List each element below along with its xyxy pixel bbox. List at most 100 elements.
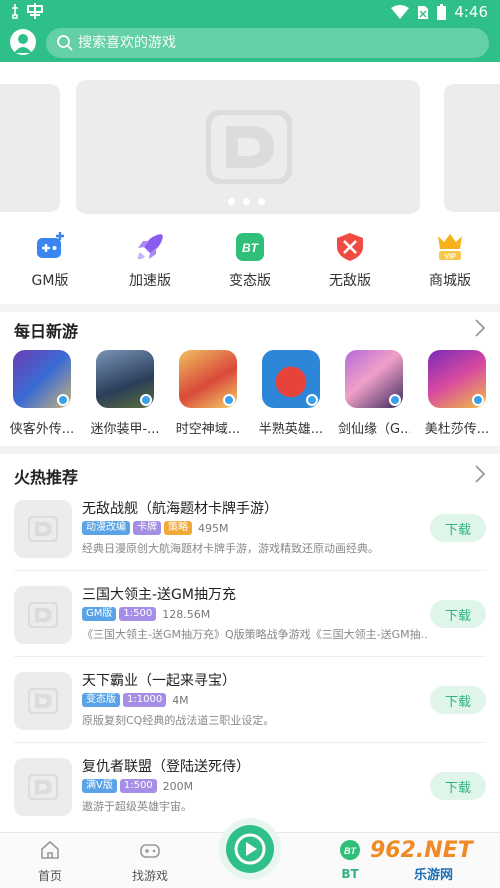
carousel-dot[interactable] — [228, 198, 235, 205]
tag: GM版 — [82, 607, 117, 621]
status-time: 4:46 — [454, 3, 488, 21]
category-gm[interactable]: GM版 — [0, 232, 100, 296]
download-button[interactable]: 下载 — [430, 600, 486, 628]
search-row — [0, 28, 500, 58]
chevron-right-icon[interactable] — [474, 318, 486, 338]
svg-text:BT: BT — [344, 846, 357, 856]
download-button[interactable]: 下载 — [430, 772, 486, 800]
game-badge — [472, 394, 484, 406]
section-divider — [0, 446, 500, 454]
game-thumbnail — [14, 500, 72, 558]
no-sim-icon — [418, 5, 429, 19]
nav-label: 首页 — [37, 869, 62, 883]
row-divider — [14, 742, 486, 743]
daily-game-item[interactable]: 剑仙缘（G... — [338, 350, 410, 437]
center-play-button[interactable] — [219, 818, 281, 880]
row-divider — [14, 656, 486, 657]
daily-game-item[interactable]: 迷你装甲-... — [89, 350, 161, 437]
search-bar[interactable] — [46, 28, 489, 58]
wifi-icon — [391, 5, 410, 19]
battery-icon — [437, 4, 447, 20]
category-row: GM版 加速版 BT 变态版 无敌版 VIP 商城版 — [0, 232, 500, 296]
usb-debug-icon — [12, 4, 18, 19]
category-bt[interactable]: BT 变态版 — [200, 232, 300, 296]
game-badge — [389, 394, 401, 406]
game-badge — [57, 394, 69, 406]
tag-row: 变态版 1:1000 4M — [82, 693, 189, 707]
game-icon — [428, 350, 486, 408]
tag: 变态版 — [82, 693, 120, 707]
carousel-dot[interactable] — [258, 198, 265, 205]
chevron-right-icon[interactable] — [474, 464, 486, 484]
game-icon — [262, 350, 320, 408]
category-label: GM版 — [31, 273, 69, 289]
download-button[interactable]: 下载 — [430, 686, 486, 714]
placeholder-logo-icon — [28, 688, 58, 714]
row-divider — [14, 570, 486, 571]
banner-card-current[interactable] — [76, 80, 420, 214]
game-icon — [179, 350, 237, 408]
bt-icon: BT — [340, 840, 360, 860]
file-size: 200M — [162, 779, 194, 793]
game-icon — [345, 350, 403, 408]
file-size: 495M — [198, 521, 229, 535]
game-description: 经典日漫原创大航海题材卡牌手游，游戏精致还原动画经典。 — [82, 542, 379, 555]
category-label: 变态版 — [229, 273, 271, 289]
banner-carousel[interactable] — [0, 80, 500, 216]
nav-home[interactable]: 首页 — [10, 839, 90, 884]
placeholder-logo-icon — [28, 774, 58, 800]
play-icon — [234, 833, 266, 865]
category-label: 无敌版 — [329, 273, 371, 289]
play-ring — [226, 825, 274, 873]
header: 4:46 — [0, 0, 500, 62]
daily-game-item[interactable]: 侠客外传... — [6, 350, 78, 437]
watermark-subtitle: 乐游网 — [414, 868, 454, 883]
bt-icon: BT — [236, 233, 264, 261]
search-input[interactable] — [78, 35, 458, 51]
game-name: 剑仙缘（G... — [338, 422, 410, 437]
game-badge — [140, 394, 152, 406]
game-name: 时空神域... — [175, 422, 241, 437]
avatar[interactable] — [10, 29, 36, 55]
tag: 满V版 — [82, 779, 117, 793]
game-badge — [306, 394, 318, 406]
category-label: 加速版 — [129, 273, 171, 289]
carousel-dot[interactable] — [243, 198, 250, 205]
carousel-dots — [228, 198, 265, 205]
shield-icon — [337, 233, 363, 261]
category-invincible[interactable]: 无敌版 — [300, 232, 400, 296]
file-size: 4M — [172, 693, 189, 707]
nav-label: 找游戏 — [131, 869, 168, 883]
nav-find-games[interactable]: 找游戏 — [110, 839, 190, 884]
game-name: 半熟英雄... — [258, 422, 324, 437]
status-bar: 4:46 — [0, 0, 500, 24]
download-button[interactable]: 下载 — [430, 514, 486, 542]
banner-card-next[interactable] — [444, 84, 500, 212]
category-speed[interactable]: 加速版 — [100, 232, 200, 296]
svg-text:BT: BT — [242, 241, 260, 255]
gamepad-icon — [140, 844, 160, 858]
tag: 1:500 — [119, 779, 157, 793]
search-icon — [57, 35, 73, 51]
tag-row: GM版 1:500 128.56M — [82, 607, 210, 621]
game-thumbnail — [14, 672, 72, 730]
tag: 动漫改编 — [82, 521, 130, 535]
daily-game-item[interactable]: 美杜莎传... — [421, 350, 493, 437]
daily-game-item[interactable]: 时空神域... — [172, 350, 244, 437]
category-mall[interactable]: VIP 商城版 — [400, 232, 500, 296]
game-name: 美杜莎传... — [424, 422, 490, 437]
game-description: 原版复刻CQ经典的战法道三职业设定。 — [82, 714, 275, 727]
daily-game-item[interactable]: 半熟英雄... — [255, 350, 327, 437]
section-title-daily-new: 每日新游 — [14, 322, 79, 341]
game-description: 遨游于超级英雄宇宙。 — [82, 800, 192, 813]
svg-text:VIP: VIP — [444, 254, 456, 261]
tag-row: 动漫改编 卡牌 策略 495M — [82, 521, 229, 535]
user-icon — [14, 34, 32, 53]
banner-card-prev[interactable] — [0, 84, 60, 212]
tag-row: 满V版 1:500 200M — [82, 779, 193, 793]
section-divider — [0, 304, 500, 312]
game-title: 天下霸业（一起来寻宝） — [82, 673, 236, 689]
game-name: 侠客外传... — [9, 422, 75, 437]
game-title: 三国大领主-送GM抽万充 — [82, 587, 236, 603]
game-icon — [13, 350, 71, 408]
